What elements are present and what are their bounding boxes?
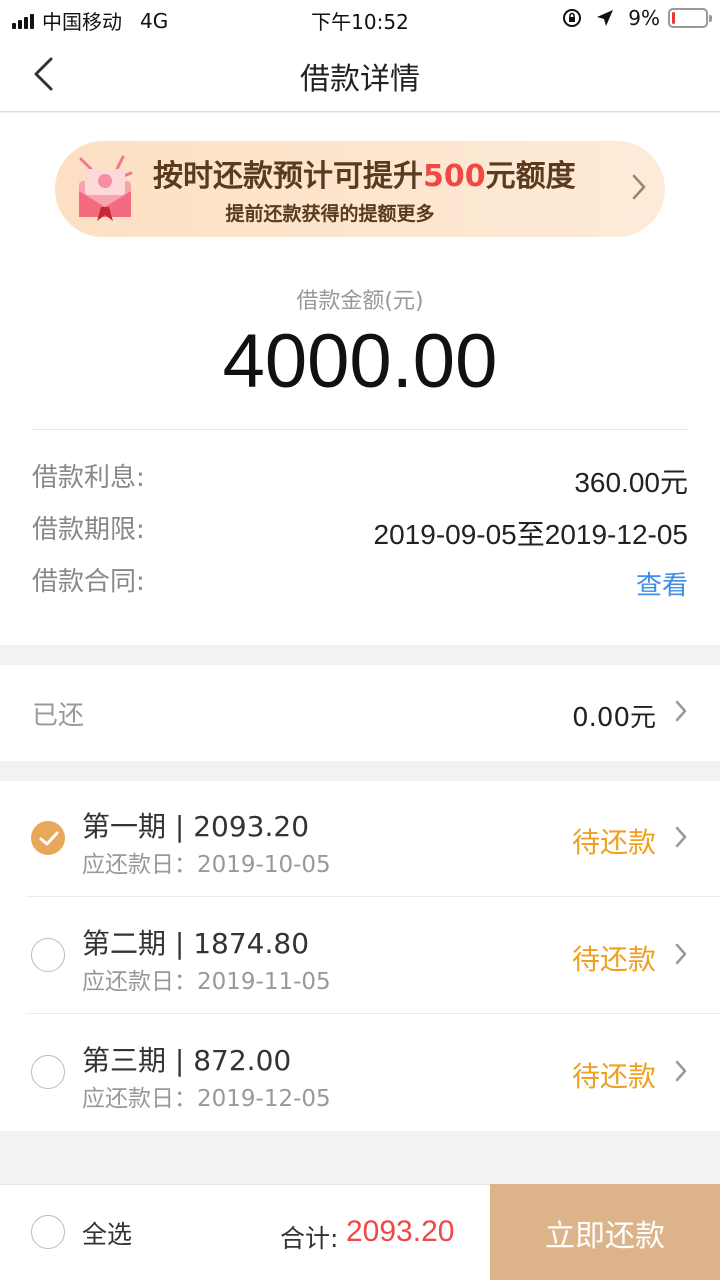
chevron-right-icon (674, 825, 688, 853)
installment-row[interactable]: 第二期 | 1874.80 应还款日：2019-11-05 待还款 (0, 898, 720, 1014)
contract-row: 借款合同: 查看 (32, 561, 688, 601)
term-label: 借款期限: (32, 515, 145, 545)
rotation-lock-icon (562, 8, 582, 28)
installment-due-date: 应还款日：2019-10-05 (82, 852, 331, 878)
loan-amount-value: 4000.00 (222, 319, 498, 404)
repaid-value: 0.00元 (572, 703, 656, 733)
battery-percent: 9% (628, 6, 660, 30)
chevron-right-icon (674, 699, 688, 727)
term-row: 借款期限: 2019-09-05至2019-12-05 (32, 509, 688, 550)
installment-title: 第三期 | 872.00 (82, 1044, 292, 1077)
battery-icon (668, 8, 712, 28)
installment-due-date: 应还款日：2019-11-05 (82, 969, 331, 995)
chevron-right-icon (674, 1059, 688, 1087)
banner-headline: 按时还款预计可提升500元额度 (153, 151, 576, 195)
status-bar: 中国移动 4G 下午10:52 9% (0, 0, 720, 36)
total-label: 合计: (280, 1224, 339, 1253)
divider (32, 429, 688, 430)
installment-row[interactable]: 第三期 | 872.00 应还款日：2019-12-05 待还款 (0, 1015, 720, 1131)
nav-bar: 借款详情 (0, 36, 720, 112)
loan-summary-card: 按时还款预计可提升500元额度 提前还款获得的提额更多 借款金额(元) 4000… (0, 113, 720, 645)
banner-headline-prefix: 按时还款预计可提升 (153, 159, 423, 194)
installment-row[interactable]: 第一期 | 2093.20 应还款日：2019-10-05 待还款 (0, 781, 720, 897)
select-all-label[interactable]: 全选 (82, 1215, 132, 1251)
divider (26, 896, 720, 897)
interest-label: 借款利息: (32, 463, 145, 493)
status-right: 9% (562, 6, 712, 30)
installment-status: 待还款 (571, 826, 656, 859)
chevron-right-icon (674, 942, 688, 970)
installment-list: 第一期 | 2093.20 应还款日：2019-10-05 待还款 第二期 | … (0, 781, 720, 1131)
installment-title: 第二期 | 1874.80 (82, 927, 310, 960)
interest-row: 借款利息: 360.00元 (32, 457, 688, 498)
banner-headline-suffix: 元额度 (485, 159, 576, 194)
total-value: 2093.20 (346, 1215, 455, 1248)
interest-value: 360.00元 (574, 467, 688, 498)
chevron-right-icon (631, 173, 647, 205)
divider (26, 1013, 720, 1014)
battery-level (672, 12, 675, 24)
repay-now-button[interactable]: 立即还款 (490, 1184, 720, 1280)
installment-checkbox[interactable] (31, 821, 65, 855)
banner-headline-highlight: 500 (423, 159, 486, 194)
installment-status: 待还款 (571, 943, 656, 976)
loan-amount-label: 借款金额(元) (296, 289, 424, 314)
credit-boost-banner[interactable]: 按时还款预计可提升500元额度 提前还款获得的提额更多 (55, 141, 665, 237)
select-all-checkbox[interactable] (31, 1215, 65, 1249)
view-contract-link[interactable]: 查看 (636, 565, 688, 602)
installment-checkbox[interactable] (31, 938, 65, 972)
repaid-row[interactable]: 已还 0.00元 (0, 665, 720, 761)
page-title: 借款详情 (300, 62, 420, 97)
location-arrow-icon (596, 9, 614, 27)
installment-checkbox[interactable] (31, 1055, 65, 1089)
installment-due-date: 应还款日：2019-12-05 (82, 1086, 331, 1112)
banner-subtitle: 提前还款获得的提额更多 (225, 203, 435, 225)
installment-title: 第一期 | 2093.20 (82, 810, 310, 843)
installment-status: 待还款 (571, 1060, 656, 1093)
repaid-label: 已还 (32, 701, 85, 731)
checkout-bar: 全选 合计: 2093.20 立即还款 (0, 1184, 720, 1280)
term-value: 2019-09-05至2019-12-05 (373, 519, 688, 550)
contract-label: 借款合同: (32, 567, 145, 597)
